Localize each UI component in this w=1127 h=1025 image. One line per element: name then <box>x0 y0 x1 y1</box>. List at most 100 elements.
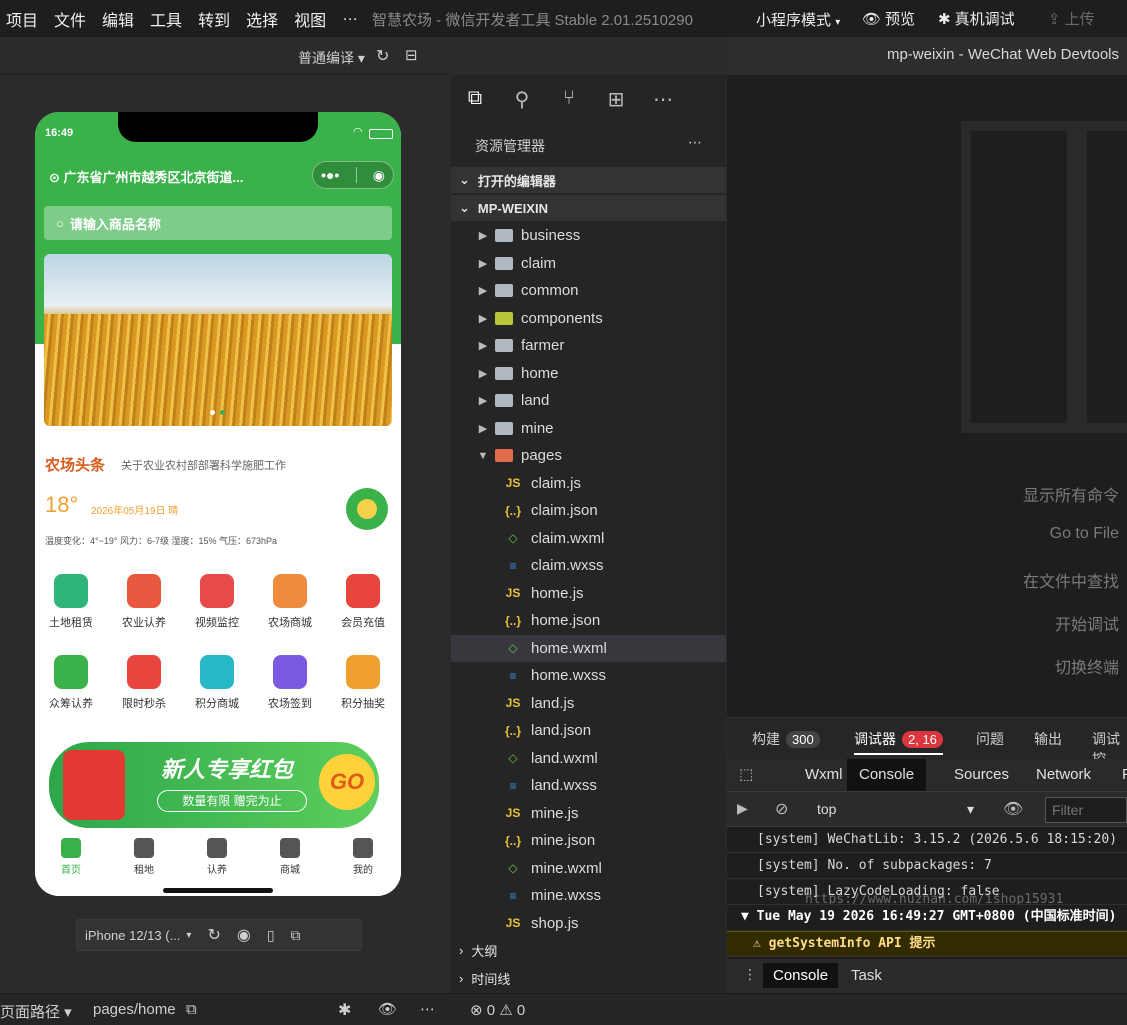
file-land-wxss[interactable]: ≡ land.wxss <box>451 772 726 799</box>
page-path-label[interactable]: 页面路径 ▾ <box>0 1001 72 1022</box>
subtab-console[interactable]: Console <box>847 759 927 791</box>
console-filter-input[interactable] <box>1045 797 1127 823</box>
feature-5[interactable]: 众筹认养 <box>41 655 101 711</box>
command-hint[interactable]: Go to File <box>1050 525 1119 543</box>
open-editors-section[interactable]: ⌄ 打开的编辑器 <box>451 167 726 193</box>
clear-console-icon[interactable]: ⊘ <box>775 799 788 819</box>
tab-1[interactable]: 租地 <box>119 838 169 876</box>
file-land-js[interactable]: JS land.js <box>451 690 726 717</box>
news-bar[interactable]: 农场头条 关于农业农村部部署科学施肥工作 <box>45 454 286 475</box>
menu-item[interactable]: 项目 <box>6 7 38 31</box>
extensions-icon[interactable]: ⊞ <box>604 87 628 111</box>
real-device-debug-button[interactable]: ✱ 真机调试 <box>938 8 1015 29</box>
clear-cache-icon[interactable]: ⊟ <box>405 46 418 64</box>
context-selector[interactable]: top ▾ <box>817 801 977 817</box>
news-headline[interactable]: 关于农业农村部部署科学施肥工作 <box>121 457 286 473</box>
drawer-tab-console[interactable]: Console <box>763 963 839 988</box>
devtools-tab-1[interactable]: 调试器 2, 16 <box>854 729 943 755</box>
menu-item[interactable]: 工具 <box>150 7 182 31</box>
sidebar-toggle-icon[interactable]: ▶ <box>737 800 748 817</box>
compile-mode-dropdown[interactable]: 普通编译 ▾ <box>298 48 365 68</box>
devtools-tab-0[interactable]: 构建 300 <box>752 729 820 749</box>
menu-item[interactable]: 视图 <box>294 7 326 31</box>
menu-item[interactable]: 转到 <box>198 7 230 31</box>
command-hint[interactable]: 开始调试 <box>1055 611 1119 635</box>
file-claim-js[interactable]: JS claim.js <box>451 470 726 497</box>
feature-7[interactable]: 积分商城 <box>187 655 247 711</box>
eye-icon[interactable]: 👁 <box>1003 799 1023 819</box>
feature-8[interactable]: 农场签到 <box>260 655 320 711</box>
file-claim-wxml[interactable]: ◇ claim.wxml <box>451 525 726 552</box>
tab-4[interactable]: 我的 <box>338 838 388 876</box>
files-icon[interactable]: ⧉ <box>463 87 487 111</box>
feature-0[interactable]: 土地租赁 <box>41 574 101 630</box>
file-mine-js[interactable]: JS mine.js <box>451 800 726 827</box>
tab-2[interactable]: 认养 <box>192 838 242 876</box>
more-icon[interactable]: ⋯ <box>651 87 675 111</box>
multi-window-icon[interactable]: ⧉ <box>291 927 301 944</box>
log-group-header[interactable]: ▼ Tue May 19 2026 16:49:27 GMT+0800 (中国标… <box>727 905 1127 931</box>
copy-icon[interactable]: ⧉ <box>186 1001 197 1018</box>
mode-dropdown[interactable]: 小程序模式 ▾ <box>756 9 840 30</box>
eye-icon[interactable]: 👁 <box>378 1000 397 1018</box>
folder-pages[interactable]: ▼ pages <box>451 442 726 469</box>
devtools-tab-3[interactable]: 输出 <box>1034 729 1062 749</box>
feature-4[interactable]: 会员充值 <box>333 574 393 630</box>
timeline-section[interactable]: › 时间线 <box>451 965 726 991</box>
carousel-dot[interactable] <box>210 410 215 415</box>
file-shop-js[interactable]: JS shop.js <box>451 910 726 937</box>
drawer-tab-task[interactable]: Task <box>851 967 882 984</box>
subtab-pe[interactable]: Pe <box>1110 759 1127 791</box>
devtools-tab-2[interactable]: 问题 <box>976 729 1004 749</box>
file-claim-json[interactable]: {..} claim.json <box>451 497 726 524</box>
folder-claim[interactable]: ▶ claim <box>451 250 726 277</box>
phone-icon[interactable]: ▯ <box>267 927 275 944</box>
subtab-wxml[interactable]: Wxml <box>793 759 855 791</box>
file-land-wxml[interactable]: ◇ land.wxml <box>451 745 726 772</box>
more-icon[interactable]: ⋯ <box>420 1000 435 1018</box>
new-user-redpacket-banner[interactable]: 新人专享红包 数量有限 赠完为止 GO <box>49 742 379 828</box>
preview-button[interactable]: 👁 预览 <box>862 8 915 29</box>
file-claim-wxss[interactable]: ≡ claim.wxss <box>451 552 726 579</box>
close-target-icon[interactable]: ◉ <box>373 167 385 184</box>
source-control-icon[interactable]: ⑂ <box>557 87 581 111</box>
file-home-wxml[interactable]: ◇ home.wxml <box>451 634 726 662</box>
tab-3[interactable]: 商城 <box>265 838 315 876</box>
problems-indicator[interactable]: ⊗ 0 ⚠ 0 <box>470 1001 525 1019</box>
more-icon[interactable]: ⋯ <box>688 134 702 151</box>
folder-components[interactable]: ▶ components <box>451 305 726 332</box>
menu-item[interactable]: 选择 <box>246 7 278 31</box>
project-section[interactable]: ⌄ MP-WEIXIN <box>451 195 726 221</box>
menu-item[interactable]: 编辑 <box>102 7 134 31</box>
menu-item[interactable]: … <box>342 7 358 31</box>
feature-6[interactable]: 限时秒杀 <box>114 655 174 711</box>
folder-mine[interactable]: ▶ mine <box>451 415 726 442</box>
feature-2[interactable]: 视频监控 <box>187 574 247 630</box>
folder-land[interactable]: ▶ land <box>451 387 726 414</box>
file-mine-wxml[interactable]: ◇ mine.wxml <box>451 855 726 882</box>
device-selector[interactable]: iPhone 12/13 (... ▾ ↻ ◉ ▯ ⧉ <box>76 919 362 951</box>
home-button-icon[interactable]: ◉ <box>237 925 251 945</box>
command-hint[interactable]: 切换终端 <box>1055 654 1119 678</box>
wheat-banner-image[interactable] <box>44 254 392 426</box>
file-mine-wxss[interactable]: ≡ mine.wxss <box>451 882 726 909</box>
refresh-icon[interactable]: ↻ <box>376 46 389 66</box>
file-mine-json[interactable]: {..} mine.json <box>451 827 726 854</box>
promo-go-button[interactable]: GO <box>319 754 375 810</box>
file-home-json[interactable]: {..} home.json <box>451 607 726 634</box>
command-hint[interactable]: 显示所有命令 <box>1023 482 1119 506</box>
carousel-dot[interactable] <box>220 410 225 415</box>
menu-item[interactable]: 文件 <box>54 7 86 31</box>
feature-1[interactable]: 农业认养 <box>114 574 174 630</box>
file-home-js[interactable]: JS home.js <box>451 580 726 607</box>
tab-0[interactable]: 首页 <box>46 838 96 876</box>
bug-icon[interactable]: ✱ <box>338 1000 351 1020</box>
drawer-menu-icon[interactable]: ⋮ <box>743 966 757 983</box>
folder-common[interactable]: ▶ common <box>451 277 726 304</box>
folder-business[interactable]: ▶ business <box>451 222 726 249</box>
outline-section[interactable]: › 大纲 <box>451 937 726 963</box>
upload-button[interactable]: ⇪ 上传 <box>1048 8 1095 29</box>
folder-farmer[interactable]: ▶ farmer <box>451 332 726 359</box>
more-dots-icon[interactable]: •●• <box>321 167 339 183</box>
rotate-icon[interactable]: ↻ <box>207 925 220 945</box>
